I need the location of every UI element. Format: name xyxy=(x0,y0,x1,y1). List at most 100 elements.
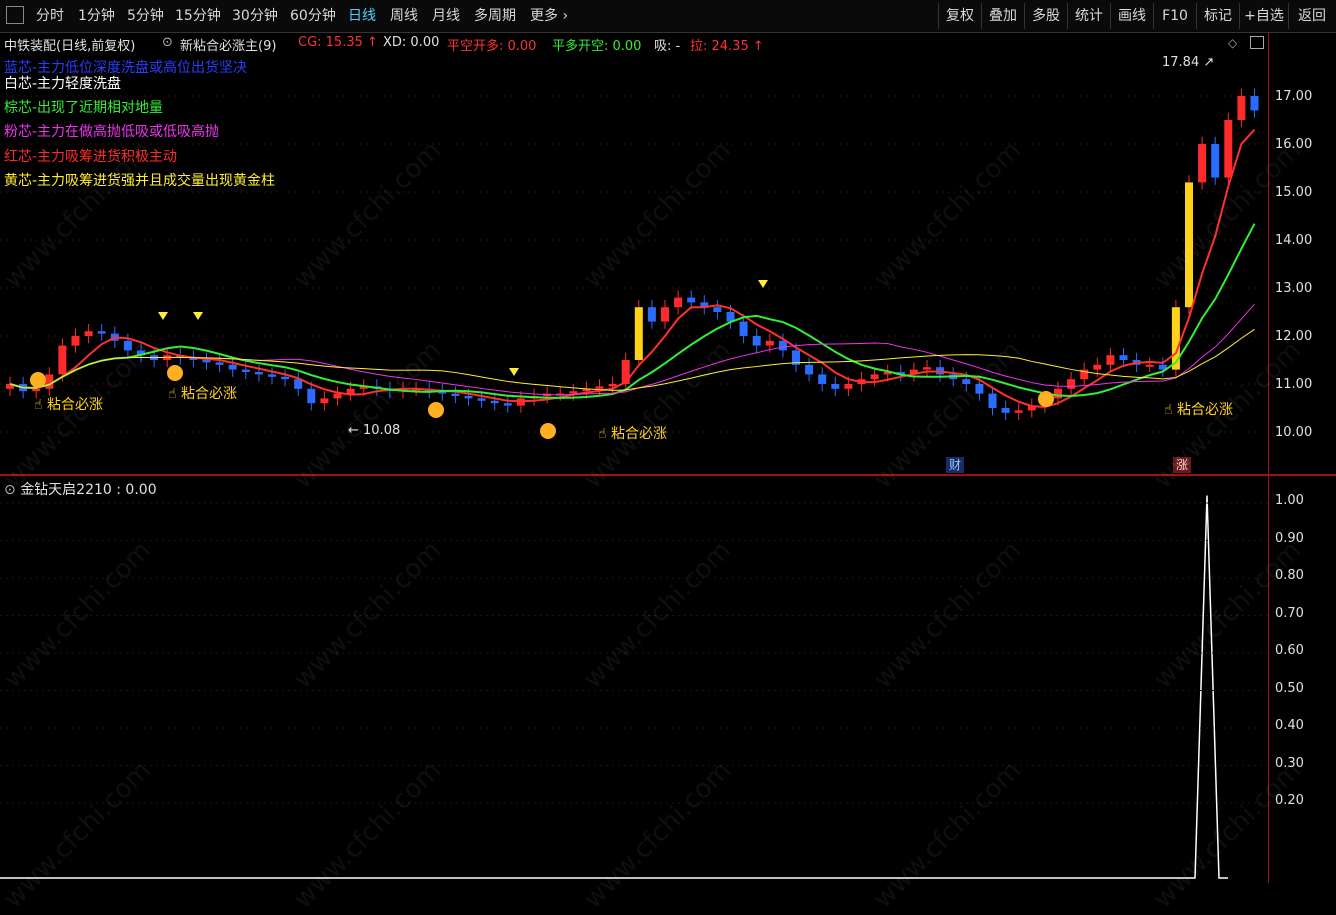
sub-tick: 0.50 xyxy=(1275,681,1304,696)
price-axis: 17.00 16.00 15.00 14.00 13.00 12.00 11.0… xyxy=(1268,33,1336,474)
signal-text: 粘合必涨 xyxy=(180,386,237,402)
tab-more-label: 更多 xyxy=(530,8,558,24)
candle-body xyxy=(1171,307,1180,370)
tab-60min[interactable]: 60分钟 xyxy=(290,4,336,28)
stats-button[interactable]: 统计 xyxy=(1067,3,1110,29)
candle-body xyxy=(923,367,931,370)
indicator-line xyxy=(0,495,1228,879)
candle-body xyxy=(320,398,329,404)
candle-body xyxy=(45,374,54,389)
price-tick: 13.00 xyxy=(1275,281,1313,296)
up-signal-icon xyxy=(1038,391,1054,407)
price-tick: 17.00 xyxy=(1275,89,1313,104)
up-signal-icon xyxy=(540,423,556,439)
candle-body xyxy=(1106,355,1115,365)
sub-axis: 1.00 0.90 0.80 0.70 0.60 0.50 0.40 0.30 … xyxy=(1268,476,1336,883)
candle-body xyxy=(608,384,617,387)
finance-badge[interactable]: 财 xyxy=(946,457,964,473)
diamond-icon[interactable]: ◇ xyxy=(1228,36,1237,50)
candle-body xyxy=(477,398,486,401)
candle-body xyxy=(752,336,761,346)
candle-body xyxy=(687,297,696,303)
add-watchlist-button[interactable]: +自选 xyxy=(1239,3,1288,29)
up-signal-icon xyxy=(30,372,46,388)
tab-multi-period[interactable]: 多周期 xyxy=(474,4,516,28)
candle-body xyxy=(346,388,355,394)
candle-body xyxy=(831,384,840,389)
candle-body xyxy=(503,403,512,406)
tab-weekly[interactable]: 周线 xyxy=(390,4,418,28)
candle-body xyxy=(1067,379,1076,389)
overlay-button[interactable]: 叠加 xyxy=(981,3,1024,29)
candle-body xyxy=(228,364,237,370)
down-arrow-icon xyxy=(158,312,168,320)
period-toolbar: 分时 1分钟 5分钟 15分钟 30分钟 60分钟 日线 周线 月线 多周期 更… xyxy=(0,0,1336,33)
back-button[interactable]: 返回 xyxy=(1288,3,1335,29)
candle-body xyxy=(818,374,827,384)
candle-body xyxy=(490,400,499,404)
tab-monthly[interactable]: 月线 xyxy=(432,4,460,28)
candle-body xyxy=(595,386,604,389)
panel-toggle-icon[interactable] xyxy=(6,6,24,24)
candle-body xyxy=(1054,388,1062,399)
candle-body xyxy=(778,340,787,351)
hand-pointer-icon: ☝ xyxy=(1164,402,1173,418)
signal-label: ☝ 粘合必涨 xyxy=(168,383,237,403)
candle-body xyxy=(84,331,93,336)
up-signal-icon xyxy=(167,365,183,381)
candle-body xyxy=(647,307,656,322)
candle-body xyxy=(281,376,290,380)
hand-pointer-icon: ☝ xyxy=(168,386,177,402)
candle-body xyxy=(1093,364,1102,370)
fuquan-button[interactable]: 复权 xyxy=(938,3,981,29)
candle-body xyxy=(870,374,879,380)
tab-more[interactable]: 更多 › xyxy=(530,4,568,28)
candle-body xyxy=(215,362,224,365)
candle-body xyxy=(451,393,460,396)
chevron-right-icon: › xyxy=(562,8,569,24)
candle-body xyxy=(333,393,342,399)
candle-body xyxy=(241,369,250,372)
tab-fenshi[interactable]: 分时 xyxy=(36,4,64,28)
tab-30min[interactable]: 30分钟 xyxy=(232,4,278,28)
tab-15min[interactable]: 15分钟 xyxy=(175,4,221,28)
price-tick: 14.00 xyxy=(1275,233,1313,248)
candle-body xyxy=(765,340,774,346)
candle-body xyxy=(661,307,669,322)
candle-body xyxy=(1250,96,1259,111)
draw-line-button[interactable]: 画线 xyxy=(1110,3,1153,29)
candle-body xyxy=(805,364,814,375)
hand-pointer-icon: ☝ xyxy=(34,397,43,413)
candle-body xyxy=(97,331,106,334)
f10-button[interactable]: F10 xyxy=(1153,3,1196,29)
window-toggle-icon[interactable] xyxy=(1250,36,1264,49)
mark-button[interactable]: 标记 xyxy=(1196,3,1239,29)
sub-tick: 0.40 xyxy=(1275,718,1304,733)
sub-indicator-chart[interactable] xyxy=(0,476,1268,883)
tab-5min[interactable]: 5分钟 xyxy=(127,4,164,28)
candle-body xyxy=(32,388,41,392)
candle-body xyxy=(1211,144,1220,178)
down-arrow-icon xyxy=(193,312,203,320)
candle-body xyxy=(58,345,67,375)
price-tick: 15.00 xyxy=(1275,185,1313,200)
candle-body xyxy=(202,360,211,363)
candle-body xyxy=(464,396,473,399)
candle-body xyxy=(988,393,997,408)
hand-pointer-icon: ☝ xyxy=(598,426,607,442)
candle-body xyxy=(634,307,643,360)
candle-body xyxy=(1198,144,1207,183)
candle-body xyxy=(1119,355,1128,360)
up-signal-icon xyxy=(428,402,444,418)
sub-tick: 1.00 xyxy=(1275,493,1304,508)
tab-1min[interactable]: 1分钟 xyxy=(78,4,115,28)
sub-tick: 0.70 xyxy=(1275,606,1304,621)
tab-daily[interactable]: 日线 xyxy=(348,4,376,28)
candle-body xyxy=(621,360,630,384)
candle-body xyxy=(268,374,276,377)
down-arrow-icon xyxy=(509,368,519,376)
candle-body xyxy=(71,336,80,346)
multi-stock-button[interactable]: 多股 xyxy=(1024,3,1067,29)
price-tick: 10.00 xyxy=(1275,425,1313,440)
candle-body xyxy=(307,388,316,404)
